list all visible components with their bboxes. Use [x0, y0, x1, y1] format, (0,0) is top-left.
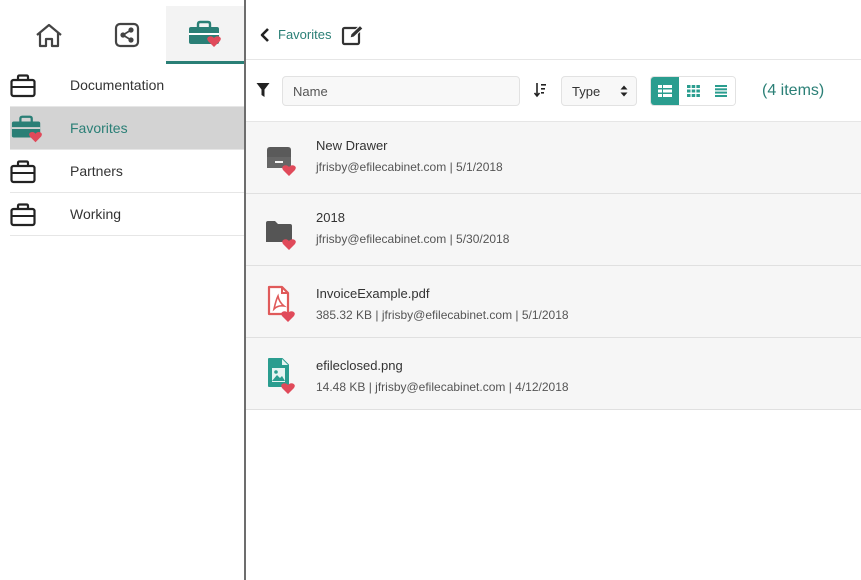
toolbar: Type: [246, 60, 861, 122]
file-meta: jfrisby@efilecabinet.com | 5/30/2018: [316, 232, 510, 246]
favorites-briefcase-icon: [189, 20, 221, 47]
share-icon: [114, 22, 140, 48]
sort-icon[interactable]: [534, 82, 546, 98]
file-name: InvoiceExample.pdf: [316, 286, 430, 301]
briefcase-icon: [10, 203, 36, 227]
file-meta: 385.32 KB | jfrisby@efilecabinet.com | 5…: [316, 308, 569, 322]
tab-home[interactable]: [10, 6, 88, 64]
sidebar-item-label: Favorites: [70, 120, 128, 136]
file-meta: jfrisby@efilecabinet.com | 5/1/2018: [316, 160, 503, 174]
briefcase-icon: [10, 74, 36, 98]
sidebar-item-documentation[interactable]: Documentation: [10, 64, 244, 107]
item-count: (4 items): [762, 82, 825, 99]
list-icon: [715, 85, 727, 97]
home-icon: [36, 23, 62, 48]
view-toggle-group: [650, 76, 736, 106]
sidebar-item-label: Documentation: [70, 77, 165, 93]
list-item[interactable]: New Drawer jfrisby@efilecabinet.com | 5/…: [246, 122, 861, 194]
sidebar-cabinet-list: Documentation Favorites Partners Working: [10, 64, 244, 236]
type-select-value: Type: [572, 83, 601, 99]
breadcrumb: Favorites: [246, 10, 861, 60]
file-name: New Drawer: [316, 138, 388, 153]
pdf-icon: [267, 285, 295, 322]
filter-icon[interactable]: [256, 82, 270, 98]
sidebar-item-label: Working: [70, 206, 122, 222]
detail-view-button[interactable]: [651, 77, 679, 105]
tab-favorites[interactable]: [166, 6, 244, 64]
grid-icon: [686, 85, 700, 97]
grid-view-button[interactable]: [679, 77, 707, 105]
sidebar-item-working[interactable]: Working: [10, 193, 244, 236]
file-list: New Drawer jfrisby@efilecabinet.com | 5/…: [246, 122, 861, 410]
file-name: 2018: [316, 210, 345, 225]
sidebar-top-tabs: [10, 6, 244, 64]
name-filter-input[interactable]: [282, 76, 520, 106]
detail-list-icon: [658, 85, 672, 97]
favorites-briefcase-icon: [11, 115, 42, 143]
list-item[interactable]: 2018 jfrisby@efilecabinet.com | 5/30/201…: [246, 194, 861, 266]
sidebar-item-favorites[interactable]: Favorites: [10, 107, 244, 150]
file-meta: 14.48 KB | jfrisby@efilecabinet.com | 4/…: [316, 380, 569, 394]
sidebar: Documentation Favorites Partners Working: [0, 0, 244, 580]
file-name: efileclosed.png: [316, 358, 403, 373]
select-caret-icon: [620, 85, 628, 97]
list-item[interactable]: efileclosed.png 14.48 KB | jfrisby@efile…: [246, 338, 861, 410]
tab-shared[interactable]: [88, 6, 166, 64]
sidebar-item-label: Partners: [70, 163, 123, 179]
briefcase-icon: [10, 160, 36, 184]
type-select[interactable]: Type: [561, 76, 637, 106]
chevron-left-icon[interactable]: [258, 27, 272, 42]
folder-icon: [266, 221, 296, 250]
list-view-button[interactable]: [707, 77, 735, 105]
breadcrumb-current[interactable]: Favorites: [278, 27, 331, 42]
main-content: Favorites Type: [246, 0, 861, 580]
edit-icon[interactable]: [341, 24, 365, 46]
image-file-icon: [268, 358, 295, 394]
sidebar-item-partners[interactable]: Partners: [10, 150, 244, 193]
list-item[interactable]: InvoiceExample.pdf 385.32 KB | jfrisby@e…: [246, 266, 861, 338]
drawer-icon: [267, 147, 296, 176]
